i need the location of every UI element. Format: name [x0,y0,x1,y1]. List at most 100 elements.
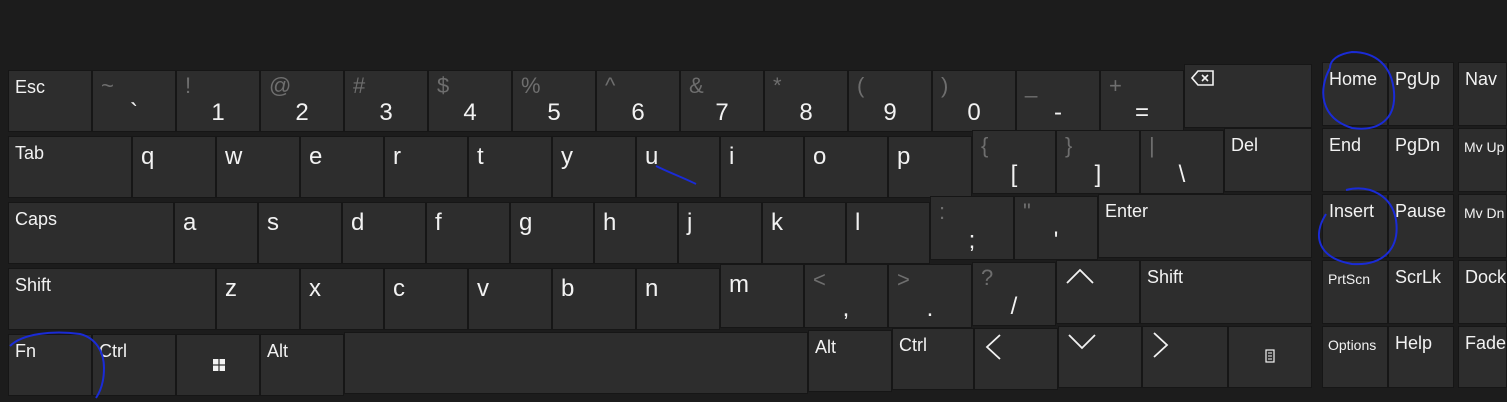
key-8[interactable]: * 8 [764,70,848,132]
key-label: Ctrl [899,335,927,355]
key-backtick[interactable]: ~ ` [92,70,176,132]
key-arrow-up[interactable] [1056,260,1140,324]
key-label: r [393,143,401,170]
key-windows[interactable] [176,334,260,396]
key-2[interactable]: @ 2 [260,70,344,132]
key-pgup[interactable]: PgUp [1388,62,1454,126]
key-h[interactable]: h [594,202,678,264]
key-s[interactable]: s [258,202,342,264]
key-caps[interactable]: Caps [8,202,174,264]
key-period[interactable]: > . [888,264,972,328]
key-ctrl-left[interactable]: Ctrl [92,334,176,396]
key-label: Enter [1105,201,1149,221]
key-nav[interactable]: Nav [1458,62,1507,126]
key-label: t [477,143,484,170]
key-i[interactable]: i [720,136,804,198]
key-f[interactable]: f [426,202,510,264]
key-slash[interactable]: ? / [972,262,1056,326]
key-close-bracket[interactable]: } ] [1056,130,1140,194]
key-open-bracket[interactable]: { [ [972,130,1056,194]
key-label: q [141,143,155,170]
key-mv-up[interactable]: Mv Up [1458,128,1507,192]
key-mv-dn[interactable]: Mv Dn [1458,194,1507,258]
key-enter[interactable]: Enter [1098,194,1312,258]
key-pause[interactable]: Pause [1388,194,1454,258]
key-label: n [645,275,659,302]
key-options[interactable]: Options [1322,326,1388,388]
key-shift-left[interactable]: Shift [8,268,216,330]
key-fn[interactable]: Fn [8,334,92,396]
key-del[interactable]: Del [1224,128,1312,192]
key-alt-right[interactable]: Alt [808,330,892,392]
key-p[interactable]: p [888,136,972,198]
key-arrow-right[interactable] [1142,326,1228,388]
key-label: 7 [715,99,729,126]
key-z[interactable]: z [216,268,300,330]
key-j[interactable]: j [678,202,762,264]
key-v[interactable]: v [468,268,552,330]
key-shift-label: ? [981,265,994,290]
key-esc[interactable]: Esc [8,70,92,132]
key-r[interactable]: r [384,136,468,198]
key-0[interactable]: ) 0 [932,70,1016,132]
key-shift-label: ~ [101,73,114,98]
key-tab[interactable]: Tab [8,136,132,198]
key-dock[interactable]: Dock [1458,260,1507,324]
key-q[interactable]: q [132,136,216,198]
key-m[interactable]: m [720,264,804,328]
key-label: Tab [15,143,45,163]
key-c[interactable]: c [384,268,468,330]
key-help[interactable]: Help [1388,326,1454,388]
key-e[interactable]: e [300,136,384,198]
key-k[interactable]: k [762,202,846,264]
key-ctrl-right[interactable]: Ctrl [892,328,974,390]
key-prtscn[interactable]: PrtScn [1322,260,1388,324]
key-w[interactable]: w [216,136,300,198]
key-x[interactable]: x [300,268,384,330]
key-label: d [351,209,365,236]
key-shift-right[interactable]: Shift [1140,260,1312,324]
key-9[interactable]: ( 9 [848,70,932,132]
key-label: e [309,143,323,170]
key-6[interactable]: ^ 6 [596,70,680,132]
key-semicolon[interactable]: : ; [930,196,1014,260]
key-y[interactable]: y [552,136,636,198]
key-minus[interactable]: _ - [1016,70,1100,132]
key-label: j [687,209,693,236]
key-label: p [897,143,911,170]
key-4[interactable]: $ 4 [428,70,512,132]
key-d[interactable]: d [342,202,426,264]
key-label: Home [1329,69,1378,89]
key-l[interactable]: l [846,202,930,264]
key-shift-label: ( [857,73,865,98]
key-shift-label: + [1109,73,1122,98]
key-g[interactable]: g [510,202,594,264]
key-alt-left[interactable]: Alt [260,334,344,396]
key-1[interactable]: ! 1 [176,70,260,132]
key-b[interactable]: b [552,268,636,330]
key-home[interactable]: Home [1322,62,1388,126]
key-scrlk[interactable]: ScrLk [1388,260,1454,324]
key-quote[interactable]: " ' [1014,196,1098,260]
key-backslash[interactable]: | \ [1140,130,1224,194]
key-end[interactable]: End [1322,128,1388,192]
key-o[interactable]: o [804,136,888,198]
key-a[interactable]: a [174,202,258,264]
key-5[interactable]: % 5 [512,70,596,132]
key-label: Alt [815,337,837,357]
key-backspace[interactable] [1184,64,1312,128]
key-fade[interactable]: Fade [1458,326,1507,388]
key-insert[interactable]: Insert [1322,194,1388,258]
key-arrow-left[interactable] [974,328,1058,390]
key-t[interactable]: t [468,136,552,198]
key-n[interactable]: n [636,268,720,330]
key-space[interactable] [344,332,808,394]
key-pgdn[interactable]: PgDn [1388,128,1454,192]
key-arrow-down[interactable] [1058,326,1142,388]
key-3[interactable]: # 3 [344,70,428,132]
key-context-menu[interactable] [1228,326,1312,388]
key-equals[interactable]: + = [1100,70,1184,132]
key-7[interactable]: & 7 [680,70,764,132]
key-u[interactable]: u [636,136,720,198]
key-comma[interactable]: < , [804,264,888,328]
